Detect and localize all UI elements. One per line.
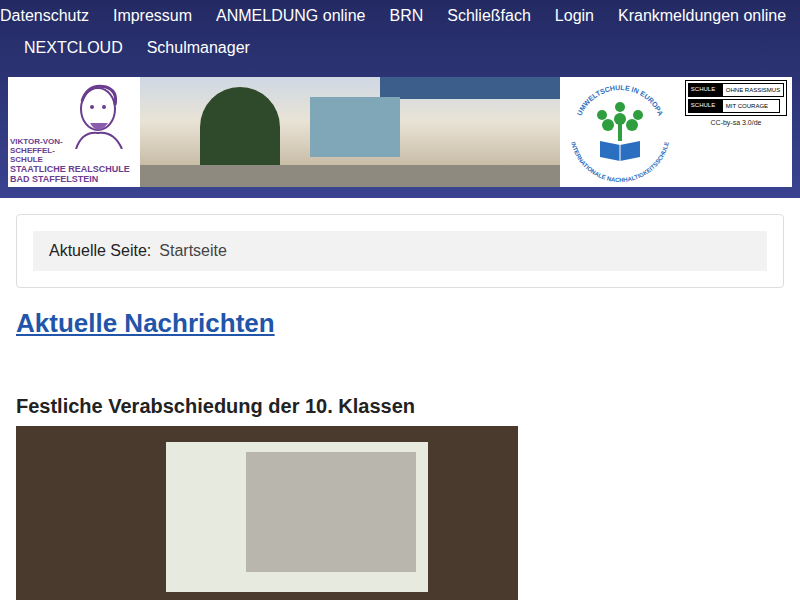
nav-item[interactable]: Login xyxy=(555,0,594,32)
eco-tree-icon: UMWELTSCHULE IN EUROPA INTERNATIONALE NAC… xyxy=(560,77,680,187)
banner: VIKTOR-VON-SCHEFFEL-SCHULESTAATLICHE REA… xyxy=(8,77,792,187)
site-header: Datenschutz Impressum ANMELDUNG online BRN S… xyxy=(0,0,800,198)
nav-item[interactable]: BRN xyxy=(389,0,423,32)
nav-item[interactable]: Impressum xyxy=(113,0,192,32)
breadcrumb-current: Startseite xyxy=(159,241,227,261)
school-name-line: VIKTOR-VON- xyxy=(10,137,130,146)
school-logo[interactable]: VIKTOR-VON-SCHEFFEL-SCHULESTAATLICHE REA… xyxy=(8,77,140,187)
nav-item[interactable]: Datenschutz xyxy=(0,0,89,32)
courage-box: SCHULEOHNE RASSISMUS SCHULEMIT COURAGE xyxy=(685,80,787,116)
news-article: Festliche Verabschiedung der 10. Klassen xyxy=(16,394,784,600)
school-name: VIKTOR-VON-SCHEFFEL-SCHULESTAATLICHE REA… xyxy=(10,137,130,184)
content: Aktuelle Seite: Startseite Aktuelle Nachri… xyxy=(0,198,800,600)
article-photo[interactable] xyxy=(16,426,518,600)
nav-item[interactable]: NEXTCLOUD xyxy=(24,32,123,64)
nav-item[interactable]: Schließfach xyxy=(447,0,531,32)
breadcrumb: Aktuelle Seite: Startseite xyxy=(16,214,784,288)
nav-item[interactable]: Schulmanager xyxy=(147,32,250,64)
article-title[interactable]: Festliche Verabschiedung der 10. Klassen xyxy=(16,394,784,418)
school-name-line: STAATLICHE REALSCHULE xyxy=(10,164,130,174)
page: Datenschutz Impressum ANMELDUNG online BRN S… xyxy=(0,0,800,600)
school-name-line: SCHULE xyxy=(10,155,130,164)
breadcrumb-bar: Aktuelle Seite: Startseite xyxy=(33,231,767,271)
nav-item[interactable]: ANMELDUNG online xyxy=(216,0,365,32)
license-text: CC-by-sa 3.0/de xyxy=(711,119,762,126)
courage-row: SCHULEMIT COURAGE xyxy=(688,99,784,113)
nav-item[interactable]: Krankmeldungen online xyxy=(618,0,786,32)
svg-text:UMWELTSCHULE IN EUROPA: UMWELTSCHULE IN EUROPA xyxy=(576,84,665,117)
news-heading: Aktuelle Nachrichten xyxy=(16,306,784,340)
school-name-line: BAD STAFFELSTEIN xyxy=(10,174,130,184)
school-name-line: SCHEFFEL- xyxy=(10,146,130,155)
main-nav: Datenschutz Impressum ANMELDUNG online BRN S… xyxy=(0,0,800,64)
school-photo xyxy=(140,77,560,187)
courage-badge[interactable]: SCHULEOHNE RASSISMUS SCHULEMIT COURAGE CC-… xyxy=(680,77,792,187)
breadcrumb-label: Aktuelle Seite: xyxy=(49,241,151,261)
svg-text:INTERNATIONALE NACHHALTIGKEITS: INTERNATIONALE NACHHALTIGKEITSSCHULE xyxy=(570,141,670,183)
news-link[interactable]: Aktuelle Nachrichten xyxy=(16,308,275,338)
portrait-icon xyxy=(68,79,128,149)
courage-row: SCHULEOHNE RASSISMUS xyxy=(688,83,784,97)
eco-school-logo[interactable]: UMWELTSCHULE IN EUROPA INTERNATIONALE NAC… xyxy=(560,77,680,187)
